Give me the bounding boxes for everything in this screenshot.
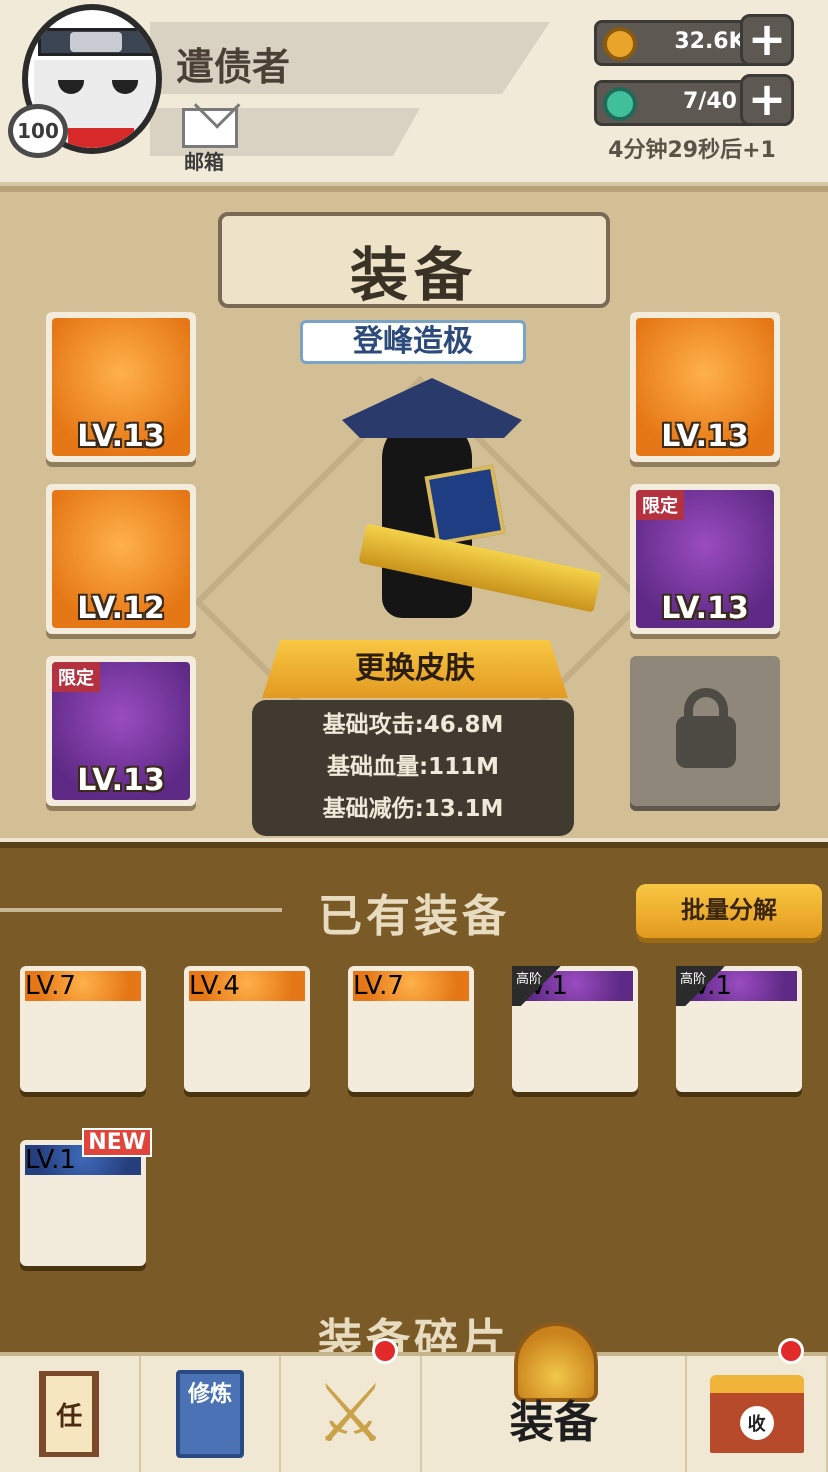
locked-slot[interactable]: [630, 656, 780, 806]
batch-decompose-button[interactable]: 批量分解: [636, 884, 822, 938]
red-gauntlet-icon: 高阶 LV.1: [512, 966, 633, 1006]
slot-level: LV.13: [661, 419, 749, 454]
shop-label: 收: [739, 1406, 774, 1440]
limited-tag: 限定: [636, 490, 684, 520]
nav-equipment[interactable]: 装备: [422, 1322, 688, 1472]
mail-label[interactable]: 邮箱: [184, 146, 224, 175]
top-bar: 遣债者 100 邮箱 32.6K + 7/40 + 4分钟29秒后+1: [0, 0, 828, 186]
player-name: 遣债者: [176, 45, 291, 89]
armor-icon: LV.12: [52, 490, 190, 628]
stamina-timer: 4分钟29秒后+1: [608, 138, 776, 163]
coin-icon: [603, 27, 637, 61]
straw-hat-icon: LV.13: [636, 318, 774, 456]
rank-tag: 登峰造极: [300, 320, 526, 364]
owned-item[interactable]: LV.1 NEW: [20, 1128, 152, 1266]
hero-book: [424, 464, 506, 546]
stamina-icon: [603, 87, 637, 121]
cultivate-label: 修炼: [187, 1382, 232, 1407]
task-label: 任: [56, 1401, 83, 1432]
equip-slot-weapon[interactable]: LV.13: [46, 312, 196, 462]
owned-item[interactable]: 高阶 LV.1: [676, 966, 802, 1092]
slot-level: LV.13: [77, 419, 165, 454]
player-name-plate: 遣债者: [150, 22, 550, 94]
slot-level: LV.12: [77, 591, 165, 626]
scroll-icon: 任: [39, 1371, 100, 1457]
owned-title: 已有装备: [318, 891, 510, 942]
bottom-nav: 任 修炼 ⚔ 装备 收: [0, 1322, 828, 1472]
add-stamina-button[interactable]: +: [740, 74, 794, 126]
owned-item[interactable]: LV.7: [348, 966, 474, 1092]
notification-dot: [777, 1338, 804, 1364]
stat-damage-reduction: 基础减伤:13.1M: [322, 796, 504, 822]
gold-ingot-pendant-icon: 限定 LV.13: [636, 490, 774, 628]
owned-item[interactable]: LV.4: [184, 966, 310, 1092]
change-skin-button[interactable]: 更换皮肤: [262, 640, 568, 698]
new-tag: NEW: [82, 1128, 152, 1157]
item-level: LV.4: [189, 971, 240, 1001]
golden-sword-icon: LV.13: [52, 318, 190, 456]
notification-dot: [371, 1338, 398, 1364]
headband-plate: [70, 32, 122, 52]
nav-battle[interactable]: ⚔: [281, 1338, 422, 1472]
equip-slot-armor[interactable]: LV.12: [46, 484, 196, 634]
slot-level: LV.13: [77, 763, 165, 798]
equip-slot-accessory[interactable]: 限定 LV.13: [46, 656, 196, 806]
chinese-knot-icon: 限定 LV.13: [52, 662, 190, 800]
equip-slot-pendant[interactable]: 限定 LV.13: [630, 484, 780, 634]
key-blade-icon: LV.4: [189, 971, 305, 1001]
section-divider: [0, 908, 282, 912]
item-level: LV.7: [353, 971, 404, 1001]
crossed-swords-icon: ⚔: [314, 1367, 387, 1460]
slot-level: LV.13: [661, 591, 749, 626]
high-tier-tag: 高阶: [676, 966, 734, 1006]
owned-item[interactable]: 高阶 LV.1: [512, 966, 638, 1092]
robe-icon: LV.7: [353, 971, 469, 1001]
amulet-icon: 高阶 LV.1: [676, 966, 797, 1006]
shop-icon: 收: [709, 1375, 804, 1453]
limited-tag: 限定: [52, 662, 100, 692]
equipment-title: 装备: [349, 241, 478, 309]
high-tier-tag: 高阶: [512, 966, 570, 1006]
player-level-badge: 100: [8, 104, 68, 158]
stats-box: 基础攻击:46.8M 基础血量:111M 基础减伤:13.1M: [252, 700, 574, 836]
nav-shop[interactable]: 收: [687, 1338, 828, 1472]
nav-cultivate[interactable]: 修炼: [141, 1356, 282, 1472]
avatar-scarf: [68, 128, 134, 148]
nav-tasks[interactable]: 任: [0, 1356, 141, 1472]
item-level: LV.7: [25, 971, 76, 1001]
equipment-nav-label: 装备: [509, 1397, 598, 1448]
add-coins-button[interactable]: +: [740, 14, 794, 66]
stat-attack: 基础攻击:46.8M: [322, 712, 504, 738]
mail-icon[interactable]: [182, 108, 238, 148]
equip-slot-hat[interactable]: LV.13: [630, 312, 780, 462]
book-icon: 修炼: [175, 1370, 244, 1458]
spear-icon: LV.7: [25, 971, 141, 1001]
owned-item[interactable]: LV.7: [20, 966, 146, 1092]
lock-body: [676, 716, 736, 768]
equipment-title-frame: 装备: [218, 212, 610, 309]
stat-hp: 基础血量:111M: [326, 754, 500, 780]
